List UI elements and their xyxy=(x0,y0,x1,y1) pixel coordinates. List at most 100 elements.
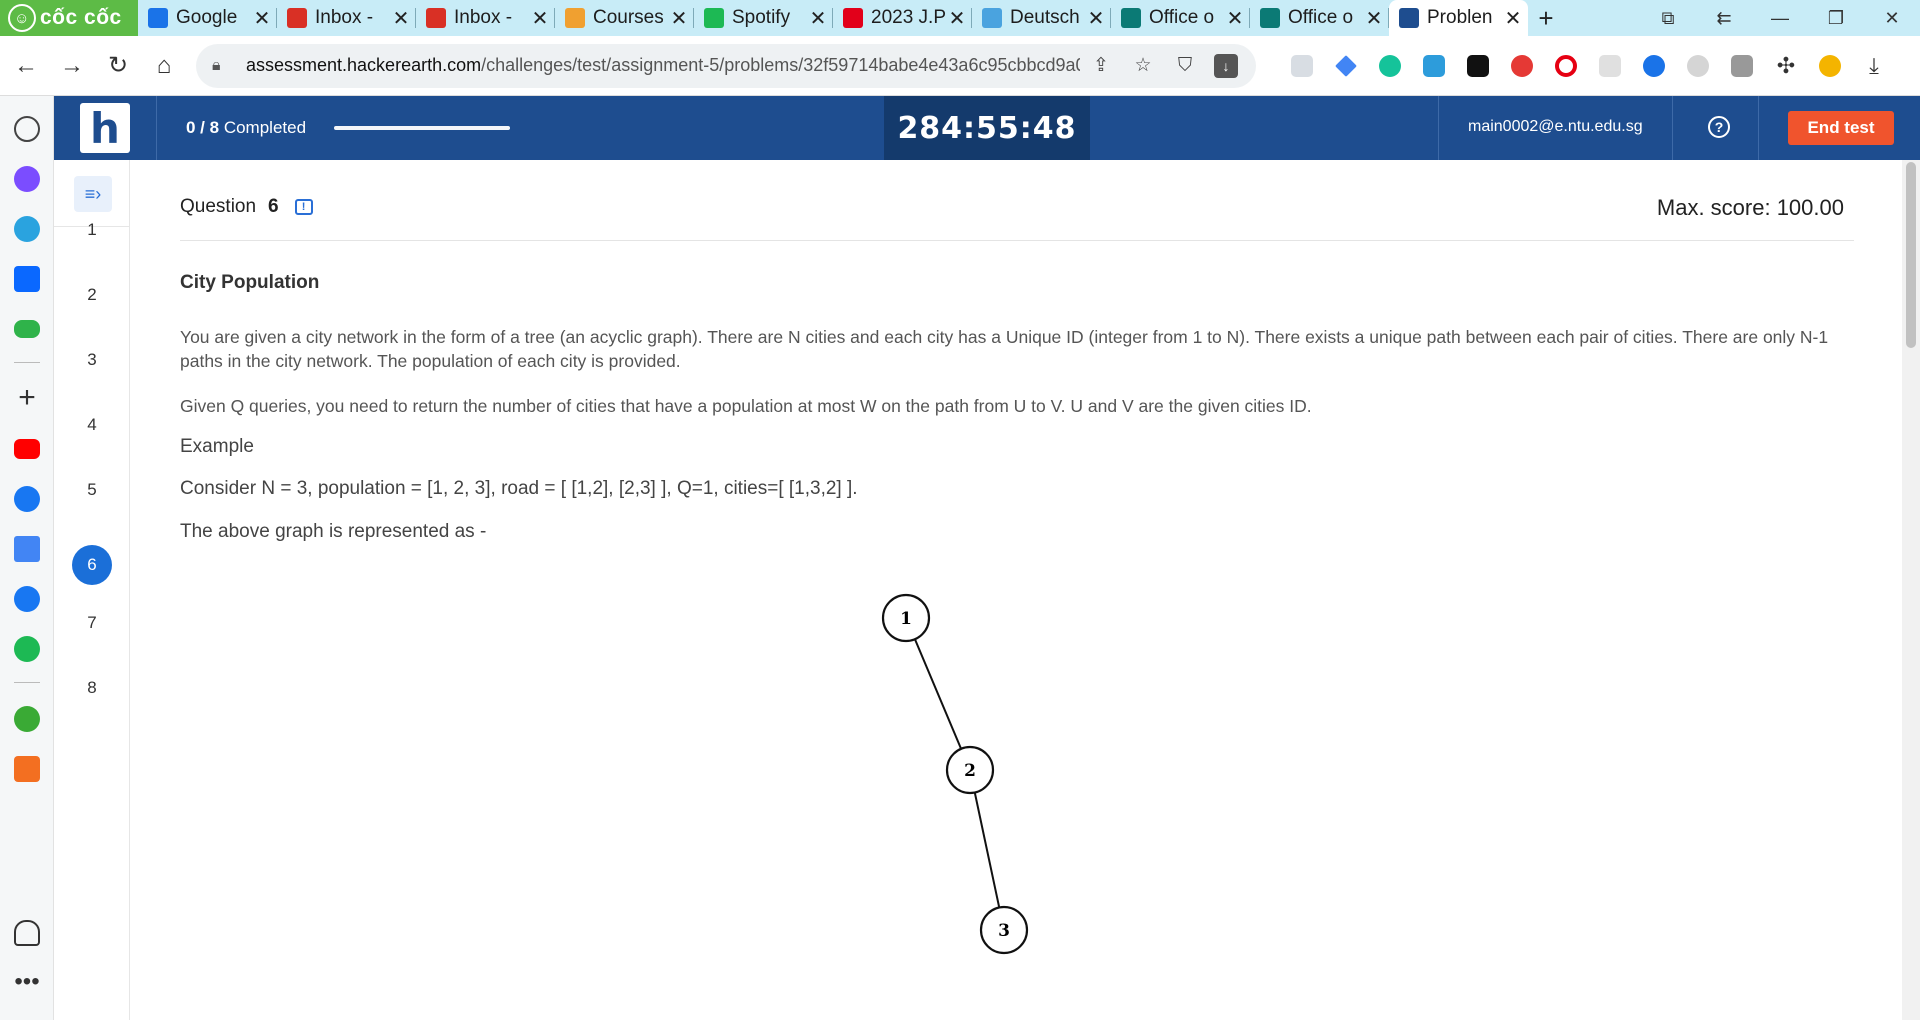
screenshot-icon[interactable] xyxy=(1412,54,1456,77)
downloads-icon[interactable]: ⤓ xyxy=(1852,53,1896,79)
lock-icon[interactable]: 🔒︎ xyxy=(212,57,234,75)
browser-tab[interactable]: Courses ✕ xyxy=(555,0,694,36)
more-icon[interactable]: ••• xyxy=(14,970,40,998)
calendar-icon xyxy=(148,8,168,28)
question-nav-item[interactable]: 4 xyxy=(72,405,112,445)
spotify-icon xyxy=(704,8,724,28)
opera-extension-icon[interactable] xyxy=(1544,54,1588,77)
profile-avatar[interactable] xyxy=(1808,54,1852,77)
facebook-icon[interactable] xyxy=(14,586,40,612)
zalo-icon[interactable] xyxy=(14,266,40,292)
close-tab-icon[interactable]: ✕ xyxy=(807,6,829,31)
question-nav-item[interactable]: 6 xyxy=(72,545,112,585)
browser-tab[interactable]: Deutsch ✕ xyxy=(972,0,1111,36)
close-tab-icon[interactable]: ✕ xyxy=(390,6,412,31)
end-test-button[interactable]: End test xyxy=(1788,111,1894,145)
shopping-icon[interactable] xyxy=(14,756,40,782)
close-tab-icon[interactable]: ✕ xyxy=(251,6,273,31)
browser-tab[interactable]: Google ✕ xyxy=(138,0,277,36)
pen-extension-icon[interactable] xyxy=(1720,54,1764,77)
question-nav-item[interactable]: 2 xyxy=(72,275,112,315)
header-divider xyxy=(1672,96,1673,160)
close-tab-icon[interactable]: ✕ xyxy=(668,6,690,31)
question-nav-item[interactable]: 5 xyxy=(72,470,112,510)
download-page-icon[interactable]: ↓ xyxy=(1214,53,1238,78)
question-header: Question 6 ! xyxy=(180,196,313,218)
close-tab-icon[interactable]: ✕ xyxy=(1085,6,1107,31)
grammarly-icon[interactable] xyxy=(1368,54,1412,77)
shield-icon[interactable]: ⛉ xyxy=(1164,55,1206,77)
share-icon[interactable]: ⇪ xyxy=(1080,54,1122,77)
content-divider xyxy=(180,240,1854,241)
add-shortcut-icon[interactable]: + xyxy=(14,383,40,413)
youtube-icon[interactable] xyxy=(14,439,40,459)
bookmark-star-icon[interactable]: ☆ xyxy=(1122,54,1164,77)
document-icon[interactable] xyxy=(1588,54,1632,77)
history-icon[interactable] xyxy=(14,116,40,142)
question-nav-item[interactable]: 8 xyxy=(72,668,112,708)
restore-button[interactable]: ❐ xyxy=(1808,8,1864,29)
new-tab-button[interactable]: + xyxy=(1528,0,1564,36)
graph-node-label: 3 xyxy=(998,921,1010,941)
browser-tab[interactable]: Inbox - ✕ xyxy=(277,0,416,36)
browser-tab[interactable]: 2023 J.P ✕ xyxy=(833,0,972,36)
graph-edge xyxy=(969,769,1005,931)
problem-description: You are given a city network in the form… xyxy=(180,327,1829,371)
coccoc-menu-button[interactable]: ☺ cốc cốc xyxy=(0,0,138,36)
back-button[interactable]: ← xyxy=(6,46,46,86)
gmail-icon xyxy=(287,8,307,28)
translate-extension-icon[interactable] xyxy=(1676,54,1720,77)
tab-search-icon[interactable]: ⧉ xyxy=(1640,8,1696,29)
browser-tab[interactable]: Office o ✕ xyxy=(1250,0,1389,36)
help-icon[interactable]: ? xyxy=(1708,116,1730,138)
messenger-icon[interactable] xyxy=(14,166,40,192)
hashtag-extension-icon[interactable] xyxy=(1632,54,1676,77)
close-tab-icon[interactable]: ✕ xyxy=(1363,6,1385,31)
graph-node-label: 1 xyxy=(900,609,912,629)
test-header: h 0 / 8 Completed 284:55:48 main0002@e.n… xyxy=(54,96,1920,160)
close-window-button[interactable]: ✕ xyxy=(1864,8,1920,29)
football-icon[interactable] xyxy=(14,706,40,732)
hackerearth-logo[interactable]: h xyxy=(80,103,130,153)
forward-button[interactable]: → xyxy=(52,46,92,86)
browser-tab[interactable]: Inbox - ✕ xyxy=(416,0,555,36)
problem-title: City Population xyxy=(180,272,320,293)
question-nav-item[interactable]: 7 xyxy=(72,603,112,643)
browser-toolbar: ← → ↻ ⌂ 🔒︎ assessment.hackerearth.com/ch… xyxy=(0,36,1920,96)
text-extension-icon[interactable] xyxy=(1456,54,1500,77)
collapse-panel-icon[interactable]: ≡› xyxy=(74,176,112,212)
oracle-icon xyxy=(843,8,863,28)
puzzle-extensions-icon[interactable]: ✣ xyxy=(1764,53,1808,79)
back-forward-cache-icon[interactable]: ⇇ xyxy=(1696,8,1752,29)
game-controller-icon[interactable] xyxy=(14,320,40,338)
reader-icon[interactable] xyxy=(1280,54,1324,77)
close-tab-icon[interactable]: ✕ xyxy=(1502,6,1524,31)
close-tab-icon[interactable]: ✕ xyxy=(529,6,551,31)
question-nav-item[interactable]: 3 xyxy=(72,340,112,380)
scrollbar-thumb[interactable] xyxy=(1906,162,1916,348)
minimize-button[interactable]: — xyxy=(1752,8,1808,29)
home-button[interactable]: ⌂ xyxy=(144,46,184,86)
facebook-icon[interactable] xyxy=(14,486,40,512)
google-translate-icon[interactable] xyxy=(14,536,40,562)
page-scrollbar[interactable] xyxy=(1902,160,1920,1020)
telegram-icon[interactable] xyxy=(14,216,40,242)
tab-title: Google xyxy=(176,7,238,28)
address-bar[interactable]: 🔒︎ assessment.hackerearth.com/challenges… xyxy=(196,43,1256,88)
browser-tab[interactable]: Office o ✕ xyxy=(1111,0,1250,36)
report-issue-icon[interactable]: ! xyxy=(294,199,313,215)
graduation-cap-icon[interactable] xyxy=(1324,54,1368,77)
browser-tab[interactable]: Spotify ✕ xyxy=(694,0,833,36)
header-divider xyxy=(156,96,157,160)
close-tab-icon[interactable]: ✕ xyxy=(946,6,968,31)
bolt-extension-icon[interactable] xyxy=(1500,54,1544,77)
spotify-icon[interactable] xyxy=(14,636,40,662)
question-nav-item[interactable]: 1 xyxy=(72,210,112,250)
browser-tab[interactable]: Problen ✕ xyxy=(1389,0,1528,36)
reload-button[interactable]: ↻ xyxy=(98,46,138,86)
close-tab-icon[interactable]: ✕ xyxy=(1224,6,1246,31)
sidebar-divider xyxy=(14,682,40,683)
notifications-bell-icon[interactable] xyxy=(14,920,40,946)
url-text[interactable]: assessment.hackerearth.com/challenges/te… xyxy=(246,55,1080,76)
graph-edge xyxy=(905,617,971,771)
